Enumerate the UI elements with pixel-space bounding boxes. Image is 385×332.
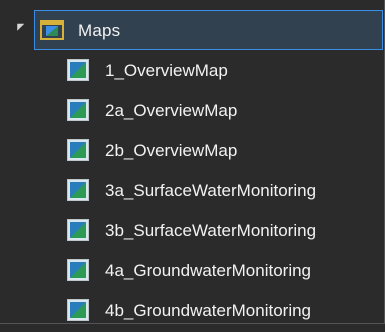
tree-item-label: 4a_GroundwaterMonitoring (105, 261, 312, 280)
tree-item-label: 3b_SurfaceWaterMonitoring (105, 221, 317, 240)
tree-item-label: 3a_SurfaceWaterMonitoring (105, 181, 317, 200)
map-icon (67, 99, 89, 121)
folder-map-icon (40, 20, 64, 40)
map-icon (67, 219, 89, 241)
map-icon (67, 139, 89, 161)
tree-item-3b-surfacewatermonitoring[interactable]: 3b_SurfaceWaterMonitoring (0, 212, 385, 252)
map-icon (67, 259, 89, 281)
collapse-arrow-icon[interactable] (13, 20, 25, 31)
tree-item-4a-groundwatermonitoring[interactable]: 4a_GroundwaterMonitoring (0, 252, 385, 292)
tree-item-2a-overviewmap[interactable]: 2a_OverviewMap (0, 92, 385, 132)
tree-item-4b-groundwatermonitoring[interactable]: 4b_GroundwaterMonitoring (0, 292, 385, 332)
map-icon (67, 299, 89, 321)
tree-root-label: Maps (78, 21, 121, 40)
tree-item-label: 2a_OverviewMap (105, 101, 238, 120)
tree-item-3a-surfacewatermonitoring[interactable]: 3a_SurfaceWaterMonitoring (0, 172, 385, 212)
catalog-tree-panel: Maps 1_OverviewMap 2a_OverviewMap 2b_Ove… (0, 0, 385, 324)
tree-item-label: 2b_OverviewMap (105, 141, 238, 160)
tree-item-label: 1_OverviewMap (105, 61, 228, 80)
tree-item-label: 4b_GroundwaterMonitoring (105, 301, 312, 320)
map-icon (67, 179, 89, 201)
map-icon (67, 59, 89, 81)
tree-item-2b-overviewmap[interactable]: 2b_OverviewMap (0, 132, 385, 172)
tree-item-1-overviewmap[interactable]: 1_OverviewMap (0, 52, 385, 92)
